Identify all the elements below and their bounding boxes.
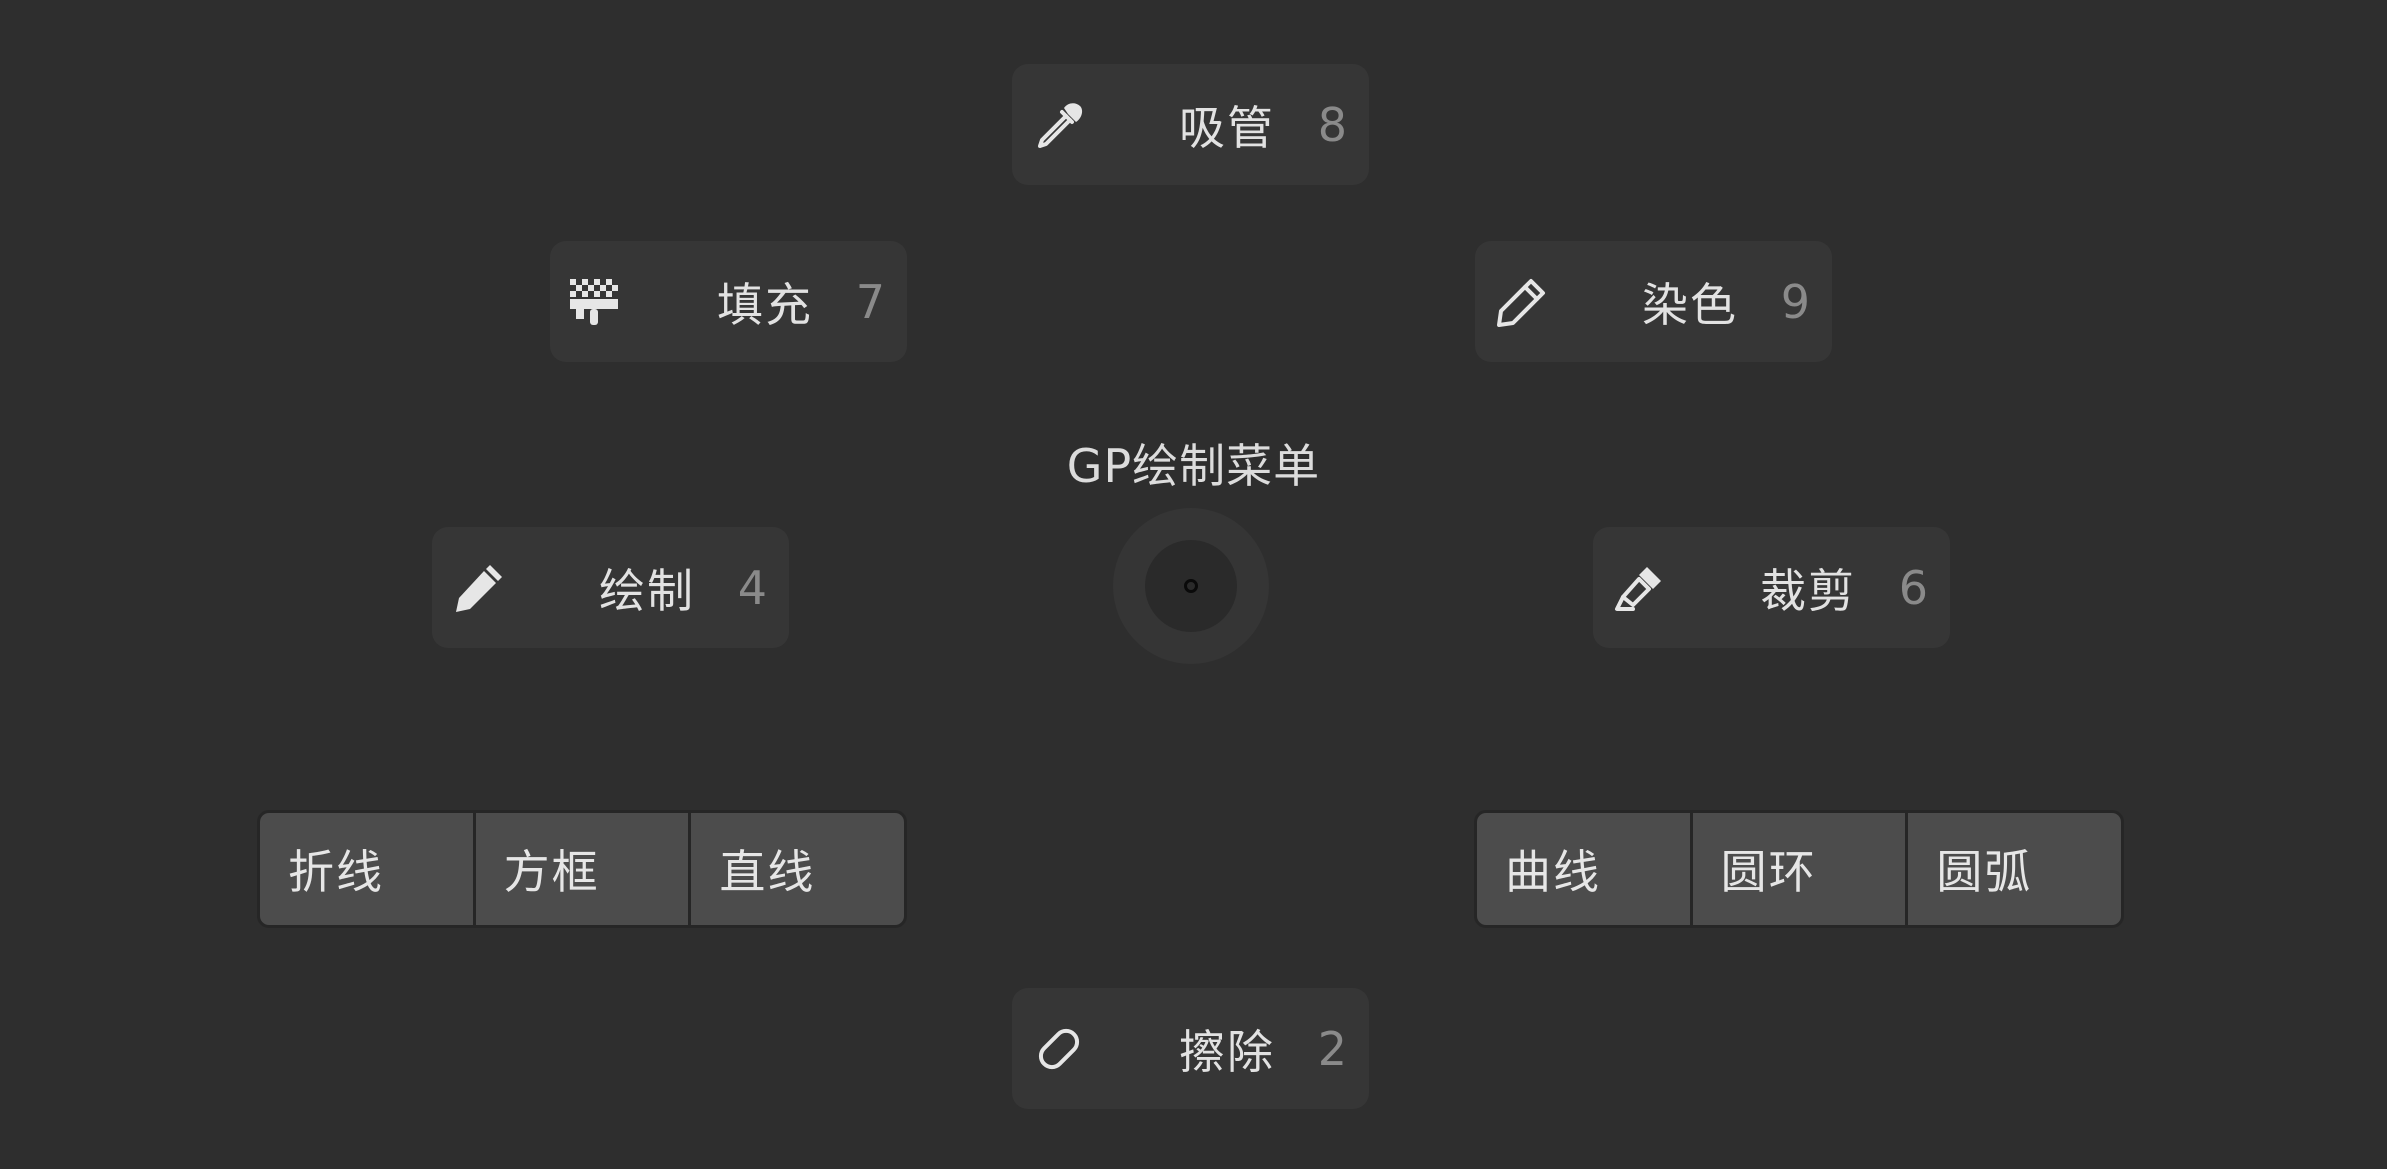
box-button[interactable]: 方框 (475, 813, 689, 925)
circle-button[interactable]: 圆环 (1692, 813, 1906, 925)
pencil-outline-icon (1491, 271, 1553, 333)
fill-button[interactable]: 填充 7 (550, 241, 907, 362)
pie-menu: 吸管 8 填充 7 染色 9 GP绘制菜单 绘制 4 裁剪 6 折线 方框 直线… (0, 0, 2387, 1169)
pie-center-indicator (1113, 508, 1269, 664)
eyedropper-label: 吸管 (1179, 100, 1275, 155)
draw-key: 4 (737, 560, 767, 615)
right-tool-group: 曲线 圆环 圆弧 (1474, 810, 2124, 928)
fill-key: 7 (855, 274, 885, 329)
cutter-key: 6 (1898, 560, 1928, 615)
fill-label: 填充 (717, 277, 813, 332)
eyedropper-button[interactable]: 吸管 8 (1012, 64, 1369, 185)
fill-checker-icon (566, 271, 628, 333)
draw-label: 绘制 (599, 563, 695, 618)
center-dot (1184, 579, 1198, 593)
cutter-button[interactable]: 裁剪 6 (1593, 527, 1950, 648)
cutter-label: 裁剪 (1760, 563, 1856, 618)
erase-label: 擦除 (1179, 1024, 1275, 1079)
erase-button[interactable]: 擦除 2 (1012, 988, 1369, 1109)
tint-button[interactable]: 染色 9 (1475, 241, 1832, 362)
cutter-icon (1609, 557, 1671, 619)
eraser-icon (1028, 1018, 1090, 1080)
menu-title: GP绘制菜单 (1066, 439, 1321, 493)
left-tool-group: 折线 方框 直线 (257, 810, 907, 928)
pencil-icon (448, 557, 510, 619)
curve-button[interactable]: 曲线 (1477, 813, 1690, 925)
erase-key: 2 (1317, 1021, 1347, 1076)
eyedropper-icon (1028, 94, 1090, 156)
line-button[interactable]: 直线 (691, 813, 904, 925)
tint-label: 染色 (1642, 277, 1738, 332)
polyline-button[interactable]: 折线 (260, 813, 473, 925)
tint-key: 9 (1780, 274, 1810, 329)
draw-button[interactable]: 绘制 4 (432, 527, 789, 648)
eyedropper-key: 8 (1317, 97, 1347, 152)
arc-button[interactable]: 圆弧 (1908, 813, 2121, 925)
